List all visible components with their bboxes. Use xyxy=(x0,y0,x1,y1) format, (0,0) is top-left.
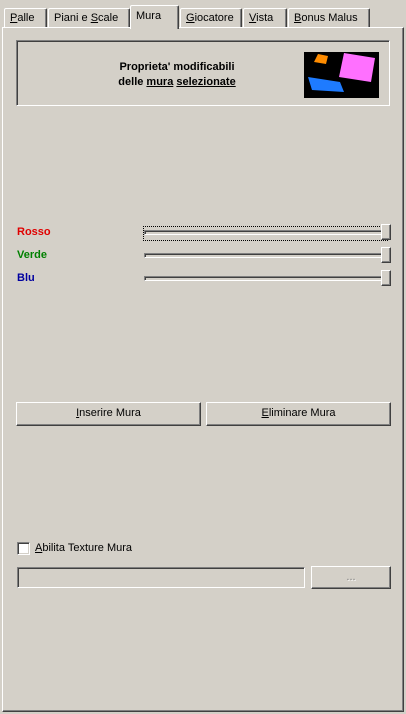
slider-blu[interactable] xyxy=(144,270,391,286)
header-line-2: delle mura selezionate xyxy=(77,75,277,90)
tab-piani-e-scale[interactable]: Piani e Scale xyxy=(48,8,130,27)
label-verde: Verde xyxy=(17,249,47,261)
tab-giocatore-label: iocatore xyxy=(194,12,234,24)
tab-piani-accel: S xyxy=(90,12,99,24)
insert-walls-label: nserire Mura xyxy=(79,407,141,419)
tab-strip: Palle Piani e Scale Mura Giocatore Vista… xyxy=(0,0,406,29)
tab-vista-label: ista xyxy=(256,12,274,24)
slider-rosso[interactable] xyxy=(143,224,391,241)
enable-texture-label-text: bilita Texture Mura xyxy=(42,542,133,554)
tab-bonus-label: onus Malus xyxy=(301,12,358,24)
slider-blu-thumb[interactable] xyxy=(381,270,391,286)
slider-verde-thumb[interactable] xyxy=(381,247,391,263)
tab-mura[interactable]: Mura xyxy=(130,5,179,29)
tab-giocatore[interactable]: Giocatore xyxy=(180,8,242,27)
browse-texture-label: ... xyxy=(346,571,356,583)
label-blu: Blu xyxy=(17,272,35,284)
header-line-2-pre: delle xyxy=(118,76,147,88)
label-verde-text: Verde xyxy=(17,249,47,261)
enable-texture-checkbox[interactable] xyxy=(17,542,30,555)
delete-walls-label: liminare Mura xyxy=(268,407,336,419)
tab-page xyxy=(2,27,404,712)
slider-verde[interactable] xyxy=(144,247,391,263)
label-rosso: Rosso xyxy=(17,226,51,238)
tab-bonus-malus[interactable]: Bonus Malus xyxy=(288,8,370,27)
tab-giocatore-accel: G xyxy=(186,12,195,24)
tab-palle-label: alle xyxy=(17,12,35,24)
slider-blu-track xyxy=(144,276,387,281)
delete-walls-accel: E xyxy=(261,407,269,419)
slider-verde-track xyxy=(144,253,387,258)
slider-rosso-track xyxy=(143,226,388,241)
label-rosso-text: Rosso xyxy=(17,226,51,238)
browse-texture-button[interactable]: ... xyxy=(311,566,391,589)
header-line-2-sel: selezionate xyxy=(176,76,236,88)
tab-piani-label-pre: Piani e xyxy=(54,12,91,24)
tab-mura-label: Mura xyxy=(136,10,162,22)
tab-vista[interactable]: Vista xyxy=(243,8,287,27)
wall-preview-icon xyxy=(308,53,375,92)
tab-palle[interactable]: Palle xyxy=(4,8,47,27)
header-title: Proprieta' modificabili delle mura selez… xyxy=(77,60,277,90)
header-box: Proprieta' modificabili delle mura selez… xyxy=(16,40,390,106)
insert-walls-button[interactable]: Inserire Mura xyxy=(16,402,201,426)
tab-piani-label: cale xyxy=(98,12,119,24)
wall-preview-image xyxy=(304,52,379,98)
enable-texture-label[interactable]: Abilita Texture Mura xyxy=(35,542,132,554)
slider-rosso-thumb[interactable] xyxy=(381,224,391,240)
label-blu-text: Blu xyxy=(17,272,35,284)
delete-walls-button[interactable]: Eliminare Mura xyxy=(206,402,391,426)
texture-path-field xyxy=(17,567,305,588)
header-line-1: Proprieta' modificabili xyxy=(119,61,235,73)
header-line-2-mura: mura xyxy=(146,76,174,88)
